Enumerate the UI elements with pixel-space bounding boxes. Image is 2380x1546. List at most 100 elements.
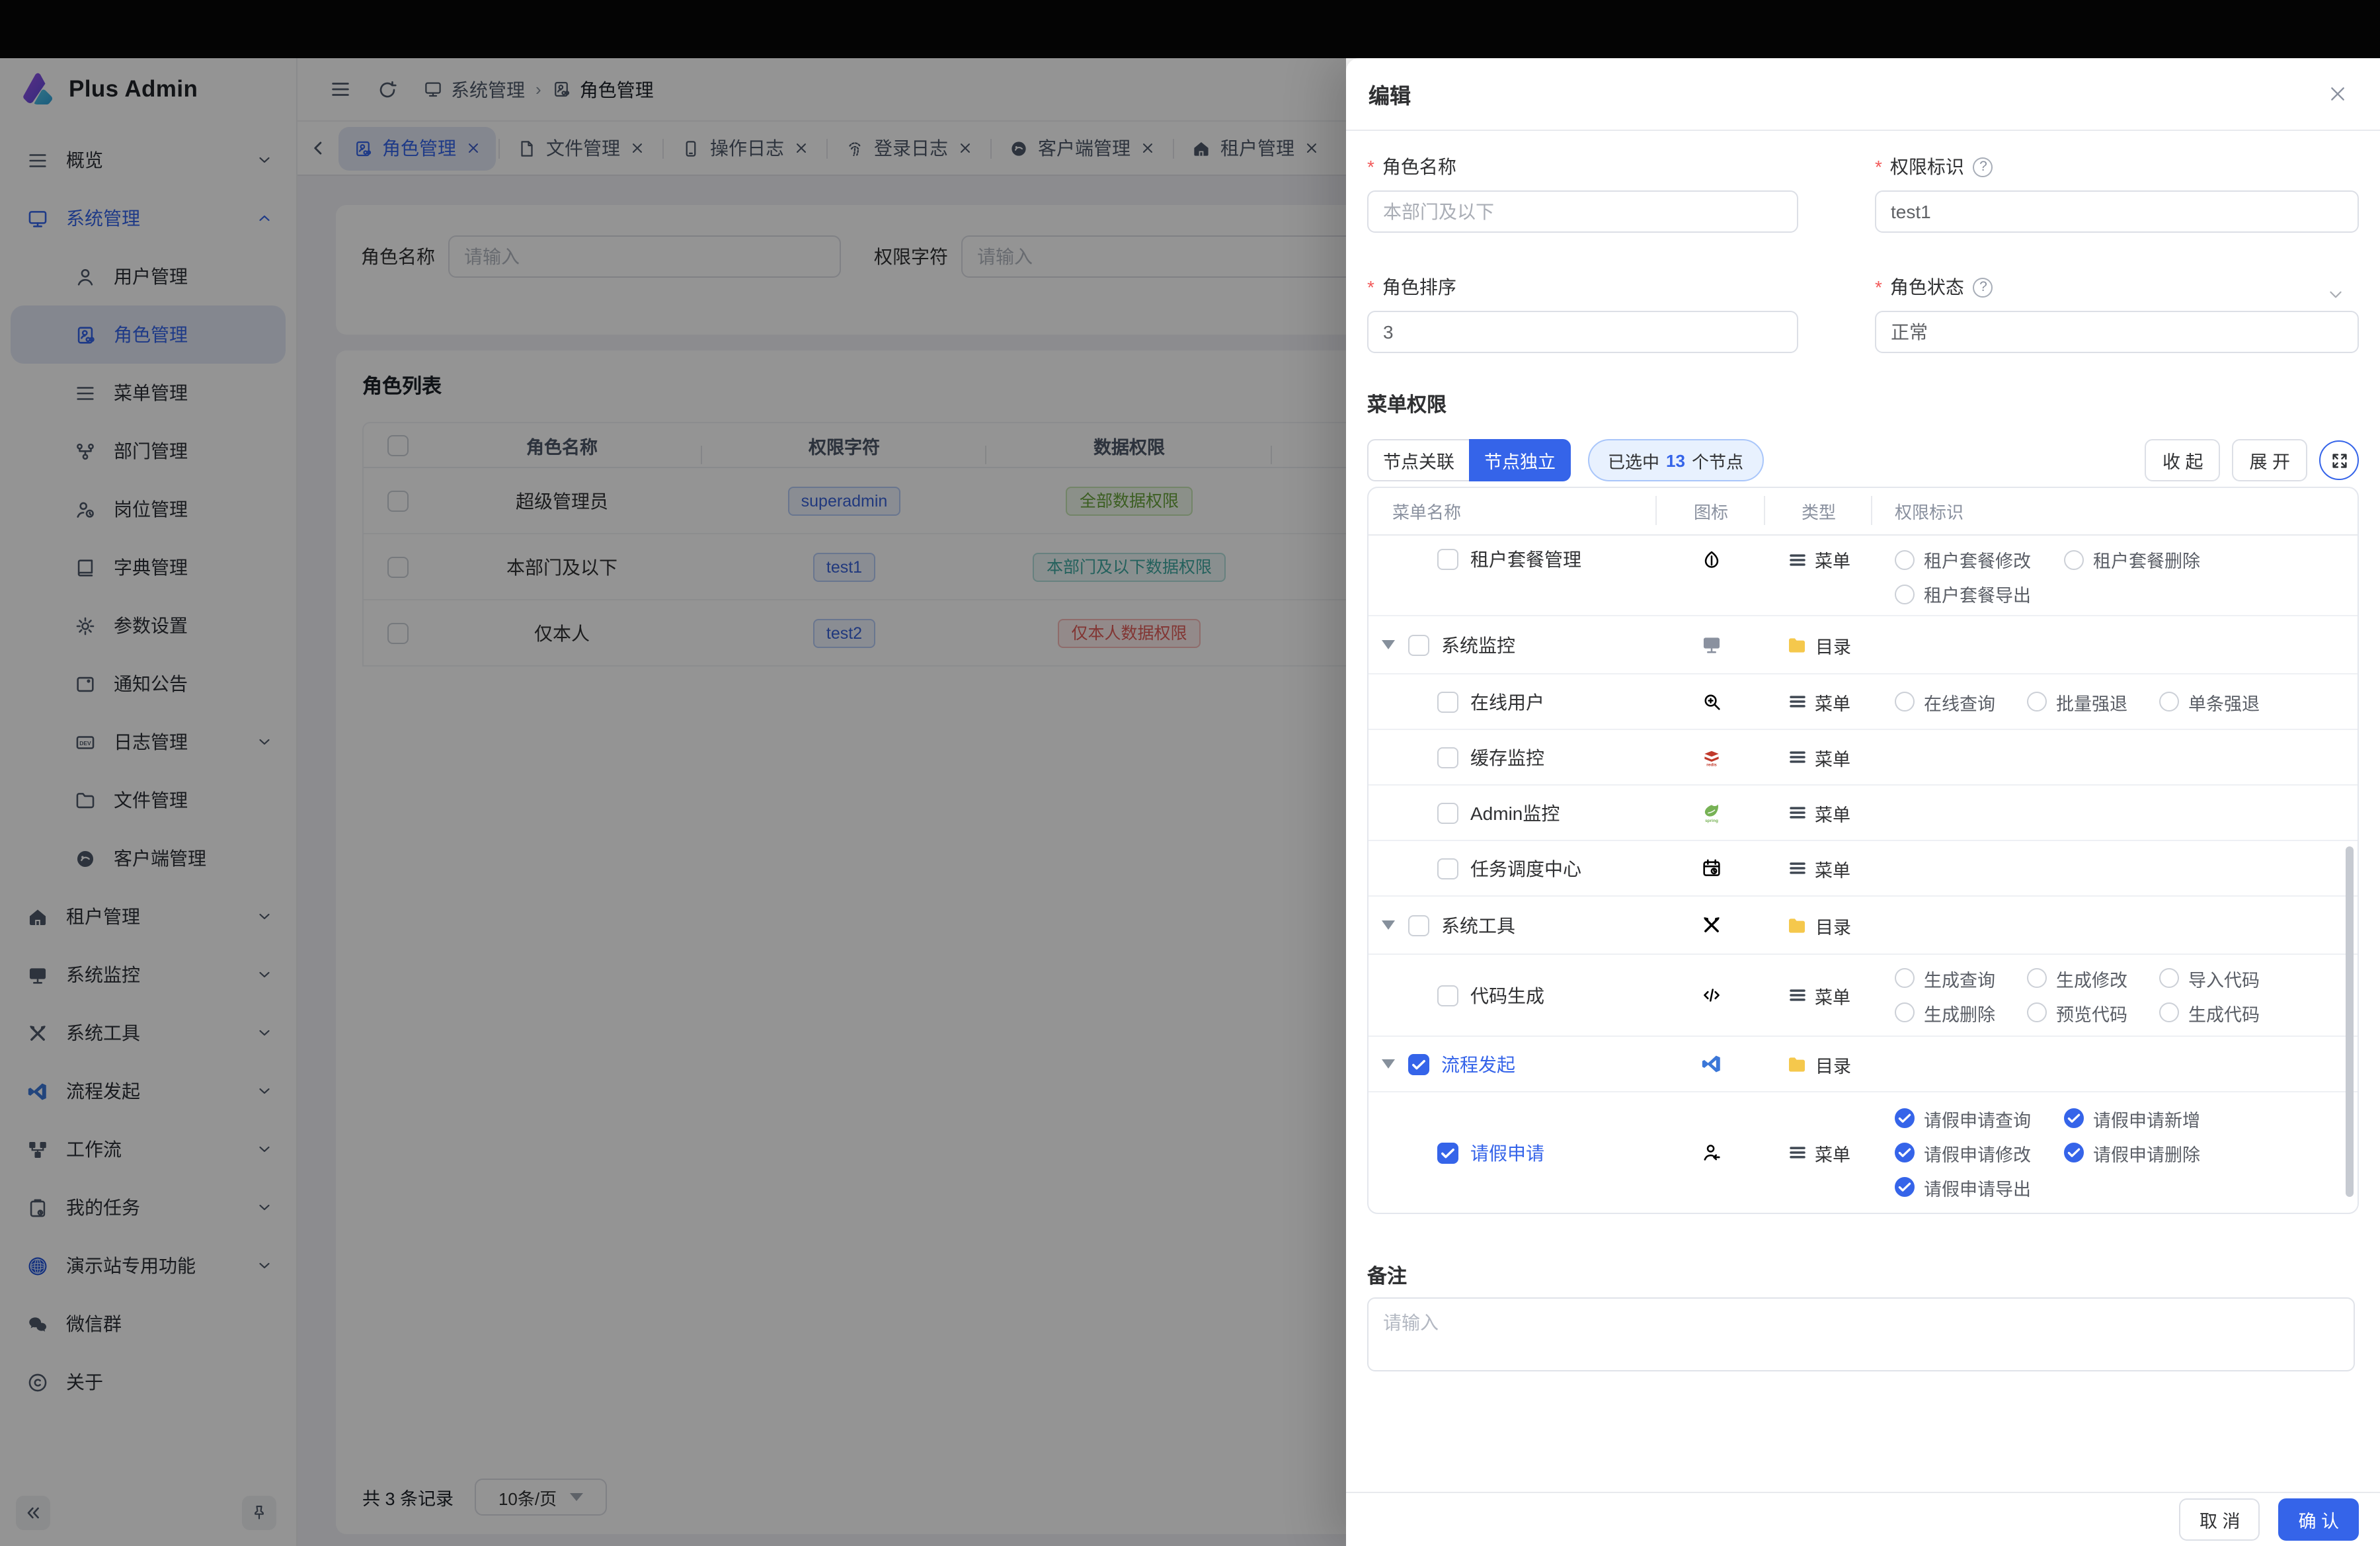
confirm-button[interactable]: 确 认 (2278, 1498, 2359, 1541)
role-status-select[interactable] (1875, 311, 2359, 353)
permission-item: 请假申请修改 (1895, 1135, 2064, 1170)
permission-checkbox[interactable] (2027, 1002, 2047, 1022)
tree-expand-arrow-icon[interactable] (1382, 1059, 1395, 1069)
type-label: 目录 (1815, 912, 1851, 938)
tree-node-checkbox[interactable] (1437, 549, 1458, 570)
tree-node-checkbox[interactable] (1408, 1053, 1429, 1075)
permission-checkbox[interactable] (2064, 1108, 2084, 1128)
permission-checkbox[interactable] (2159, 692, 2179, 712)
permission-checkbox[interactable] (1895, 1108, 1915, 1128)
permission-item: 生成查询 (1895, 961, 2027, 995)
person-out-icon (1700, 1141, 1722, 1164)
tree-node-name-cell: 缓存监控 (1368, 744, 1657, 770)
node-linked-button[interactable]: 节点关联 (1367, 439, 1469, 481)
monitor-gray-icon (1700, 633, 1722, 656)
tree-expand-arrow-icon[interactable] (1382, 920, 1395, 930)
tree-node-type-cell: 目录 (1765, 1051, 1872, 1077)
menu-type-icon (1787, 747, 1807, 767)
permission-item: 请假申请删除 (2064, 1135, 2233, 1170)
tree-node-permissions: 在线查询批量强退单条强退 (1872, 684, 2358, 719)
tree-node-name-cell: 任务调度中心 (1368, 855, 1657, 881)
expand-all-button[interactable]: 展 开 (2232, 439, 2307, 481)
permission-checkbox[interactable] (2064, 549, 2084, 569)
permission-label: 租户套餐修改 (1924, 546, 2031, 573)
permission-checkbox[interactable] (2027, 692, 2047, 712)
permission-checkbox[interactable] (1895, 968, 1915, 988)
close-icon[interactable] (2327, 83, 2348, 104)
permission-item: 请假申请新增 (2064, 1101, 2233, 1135)
note-textarea[interactable] (1367, 1297, 2355, 1371)
tree-node-type-cell: 菜单 (1765, 688, 1872, 715)
code-icon (1700, 984, 1722, 1006)
tree-node-icon-cell: spring (1657, 801, 1765, 824)
menu-type-icon (1787, 1143, 1807, 1162)
field-perm-key: *权限标识? (1875, 153, 2359, 233)
tree-col-icon: 图标 (1657, 499, 1765, 524)
permission-checkbox[interactable] (1895, 1002, 1915, 1022)
cancel-button[interactable]: 取 消 (2180, 1498, 2260, 1541)
tree-node-label[interactable]: 请假申请 (1470, 1139, 1544, 1166)
tree-node-label[interactable]: 任务调度中心 (1470, 855, 1581, 881)
tree-node-label[interactable]: 代码生成 (1470, 982, 1544, 1008)
permission-label: 请假申请修改 (1924, 1139, 2031, 1166)
permission-checkbox[interactable] (1895, 1143, 1915, 1162)
permission-checkbox[interactable] (2064, 1143, 2084, 1162)
tree-node-permissions: 租户套餐修改租户套餐删除租户套餐导出 (1872, 542, 2358, 611)
permission-checkbox[interactable] (1895, 1177, 1915, 1197)
type-label: 菜单 (1815, 855, 1850, 881)
tree-node-checkbox[interactable] (1437, 802, 1458, 823)
collapse-all-button[interactable]: 收 起 (2145, 439, 2221, 481)
permission-checkbox[interactable] (2159, 1002, 2179, 1022)
tree-node-checkbox[interactable] (1437, 691, 1458, 712)
permission-checkbox[interactable] (1895, 692, 1915, 712)
tree-node-type-cell: 菜单 (1765, 982, 1872, 1008)
menu-type-icon (1787, 549, 1807, 569)
permission-label: 生成修改 (2056, 965, 2127, 991)
tree-scrollbar-thumb[interactable] (2346, 846, 2354, 1197)
tree-node-label[interactable]: 系统监控 (1441, 631, 1515, 658)
permission-label: 批量强退 (2056, 688, 2127, 715)
tree-expand-arrow-icon[interactable] (1382, 640, 1395, 649)
tree-node-label[interactable]: 系统工具 (1441, 912, 1515, 938)
tree-node-checkbox[interactable] (1437, 858, 1458, 879)
permission-item: 请假申请查询 (1895, 1101, 2064, 1135)
tree-node-checkbox[interactable] (1408, 634, 1429, 655)
node-independent-button[interactable]: 节点独立 (1469, 439, 1571, 481)
drawer-overlay[interactable] (0, 58, 1346, 1546)
tree-node-icon-cell (1657, 690, 1765, 713)
permission-checkbox[interactable] (1895, 584, 1915, 604)
permission-checkbox[interactable] (1895, 549, 1915, 569)
field-role-status: *角色状态? (1875, 274, 2359, 353)
role-name-input[interactable] (1367, 190, 1798, 233)
role-sort-input[interactable] (1367, 311, 1798, 353)
perm-key-input[interactable] (1875, 190, 2359, 233)
tree-node-label[interactable]: Admin监控 (1470, 799, 1560, 826)
role-name-label: 角色名称 (1382, 153, 1456, 180)
drawer-header: 编辑 (1346, 58, 2380, 131)
tree-row-menu: Admin监控 spring 菜单 (1368, 784, 2358, 840)
tree-node-type-cell: 菜单 (1765, 799, 1872, 826)
permission-checkbox[interactable] (2159, 968, 2179, 988)
tree-node-label[interactable]: 流程发起 (1441, 1051, 1515, 1077)
tree-row-dir: 系统工具 目录 (1368, 895, 2358, 954)
tree-node-checkbox[interactable] (1437, 747, 1458, 768)
permission-item: 租户套餐修改 (1895, 542, 2064, 577)
tree-node-label[interactable]: 缓存监控 (1470, 744, 1544, 770)
tree-node-checkbox[interactable] (1437, 1142, 1458, 1163)
menu-type-icon (1787, 985, 1807, 1005)
tree-node-checkbox[interactable] (1437, 985, 1458, 1006)
node-mode-segmented: 节点关联 节点独立 (1367, 439, 1571, 481)
fullscreen-arrows-icon (2329, 450, 2349, 470)
tree-node-label[interactable]: 在线用户 (1470, 688, 1544, 715)
menu-perm-section-label: 菜单权限 (1367, 390, 2359, 418)
permission-checkbox[interactable] (2027, 968, 2047, 988)
folder-icon (1786, 915, 1807, 936)
tree-node-name-cell: 流程发起 (1368, 1051, 1657, 1077)
tree-node-type-cell: 目录 (1765, 912, 1872, 938)
tree-node-checkbox[interactable] (1408, 915, 1429, 936)
type-label: 菜单 (1815, 799, 1850, 826)
fullscreen-button[interactable] (2319, 440, 2359, 480)
tree-node-label[interactable]: 租户套餐管理 (1470, 546, 1581, 573)
tree-node-icon-cell (1657, 857, 1765, 879)
menu-type-icon (1787, 692, 1807, 712)
